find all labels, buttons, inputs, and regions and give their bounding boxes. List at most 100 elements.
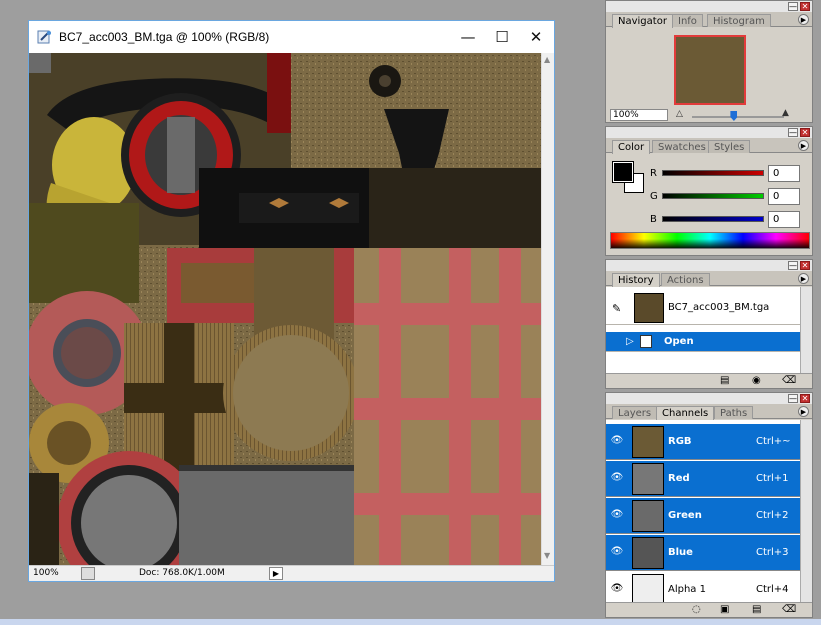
panel-close-icon[interactable]: ✕ — [800, 261, 810, 270]
channel-shortcut: Ctrl+~ — [756, 436, 791, 447]
visibility-eye-icon[interactable]: 👁 — [610, 473, 624, 483]
zoom-out-icon[interactable]: △ — [676, 109, 683, 119]
maximize-button[interactable]: ☐ — [489, 27, 515, 47]
panel-close-icon[interactable]: ✕ — [800, 394, 810, 403]
panel-minimize-icon[interactable]: — — [788, 394, 798, 403]
tab-history[interactable]: History — [612, 273, 660, 287]
panel-menu-icon[interactable]: ▶ — [798, 140, 809, 151]
channel-row[interactable]: 👁 Red Ctrl+1 — [606, 461, 800, 497]
tab-styles[interactable]: Styles — [708, 140, 751, 153]
tab-channels[interactable]: Channels — [656, 406, 715, 420]
panel-menu-icon[interactable]: ▶ — [798, 273, 809, 284]
tab-swatches[interactable]: Swatches — [652, 140, 712, 153]
navigator-tabs: Navigator Info Histogram ▶ — [606, 12, 812, 28]
snapshot-camera-icon[interactable]: ◉ — [752, 376, 761, 386]
minimize-button[interactable]: — — [455, 27, 481, 47]
panel-header: — ✕ — [606, 127, 812, 138]
document-window: BC7_acc003_BM.tga @ 100% (RGB/8) — ☐ ✕ ▲… — [28, 20, 555, 582]
visibility-eye-icon[interactable]: 👁 — [610, 510, 624, 520]
blue-value-field[interactable]: 0 — [768, 211, 800, 228]
new-document-from-state-icon[interactable]: ▤ — [720, 376, 729, 386]
save-selection-channel-icon[interactable]: ▣ — [720, 605, 729, 615]
panel-header: — ✕ — [606, 260, 812, 271]
status-preview-icon[interactable] — [81, 567, 95, 580]
channel-thumbnail — [632, 463, 664, 495]
trash-icon[interactable]: ⌫ — [782, 605, 796, 615]
new-channel-icon[interactable]: ▤ — [752, 605, 761, 615]
tab-histogram[interactable]: Histogram — [707, 14, 771, 27]
history-state-open[interactable]: ▷ Open — [606, 332, 800, 352]
history-snapshot[interactable]: ✎ BC7_acc003_BM.tga — [606, 291, 800, 325]
snapshot-label: BC7_acc003_BM.tga — [668, 302, 770, 313]
history-brush-icon[interactable]: ✎ — [612, 302, 621, 315]
tab-color[interactable]: Color — [612, 140, 651, 154]
channel-shortcut: Ctrl+3 — [756, 547, 789, 558]
navigator-panel: — ✕ Navigator Info Histogram ▶ 100% △ ▲ — [605, 0, 813, 123]
history-tabs: History Actions ▶ — [606, 271, 812, 287]
history-footer: ▤ ◉ ⌫ — [606, 373, 812, 388]
snapshot-thumbnail — [634, 293, 664, 323]
red-label: R — [650, 168, 657, 179]
foreground-color-swatch[interactable] — [612, 161, 634, 183]
green-value-field[interactable]: 0 — [768, 188, 800, 205]
image-canvas[interactable] — [29, 53, 541, 565]
channels-scrollbar[interactable] — [800, 420, 812, 602]
document-title: BC7_acc003_BM.tga @ 100% (RGB/8) — [59, 30, 270, 44]
red-slider[interactable] — [662, 170, 764, 176]
green-label: G — [650, 191, 658, 202]
vertical-scrollbar[interactable]: ▲ ▼ — [541, 53, 554, 565]
close-button[interactable]: ✕ — [523, 27, 549, 47]
navigator-thumbnail[interactable] — [674, 35, 746, 105]
visibility-eye-icon[interactable]: 👁 — [610, 436, 624, 446]
navigator-zoom-slider[interactable] — [692, 116, 784, 118]
red-value-field[interactable]: 0 — [768, 165, 800, 182]
channel-name: Red — [668, 473, 690, 484]
load-channel-selection-icon[interactable]: ◌ — [692, 605, 701, 615]
status-menu-arrow-icon[interactable]: ▶ — [269, 567, 283, 580]
panel-header: — ✕ — [606, 1, 812, 12]
history-state-arrow-icon: ▷ — [626, 336, 634, 347]
panel-minimize-icon[interactable]: — — [788, 2, 798, 11]
photoshop-file-icon — [37, 30, 51, 44]
zoom-in-icon[interactable]: ▲ — [782, 108, 789, 118]
channel-thumbnail — [632, 426, 664, 458]
blue-slider[interactable] — [662, 216, 764, 222]
tab-layers[interactable]: Layers — [612, 406, 658, 419]
panel-close-icon[interactable]: ✕ — [800, 2, 810, 11]
channel-row[interactable]: 👁 RGB Ctrl+~ — [606, 424, 800, 460]
scroll-up-icon[interactable]: ▲ — [544, 55, 550, 64]
visibility-eye-icon[interactable]: 👁 — [610, 584, 624, 594]
scroll-down-icon[interactable]: ▼ — [544, 551, 550, 560]
history-list: ✎ BC7_acc003_BM.tga ▷ Open — [606, 287, 800, 373]
zoom-slider-knob[interactable] — [730, 111, 738, 121]
navigator-zoom-field[interactable]: 100% — [610, 109, 668, 121]
status-doc-size: Doc: 768.0K/1.00M — [139, 568, 225, 578]
channel-name: Green — [668, 510, 702, 521]
visibility-eye-icon[interactable]: 👁 — [610, 547, 624, 557]
taskbar-edge — [0, 619, 821, 625]
tab-info[interactable]: Info — [672, 14, 703, 27]
document-titlebar[interactable]: BC7_acc003_BM.tga @ 100% (RGB/8) — ☐ ✕ — [29, 21, 554, 53]
color-tabs: Color Swatches Styles ▶ — [606, 138, 812, 154]
tab-navigator[interactable]: Navigator — [612, 14, 673, 28]
panel-menu-icon[interactable]: ▶ — [798, 14, 809, 25]
channel-name: Alpha 1 — [668, 584, 706, 595]
blue-label: B — [650, 214, 657, 225]
document-state-icon — [640, 335, 652, 348]
trash-icon[interactable]: ⌫ — [782, 376, 796, 386]
panel-minimize-icon[interactable]: — — [788, 128, 798, 137]
color-spectrum-ramp[interactable] — [610, 232, 810, 249]
status-zoom[interactable]: 100% — [33, 566, 59, 581]
channel-row[interactable]: 👁 Blue Ctrl+3 — [606, 535, 800, 571]
tab-paths[interactable]: Paths — [714, 406, 754, 419]
channels-list: 👁 RGB Ctrl+~ 👁 Red Ctrl+1 👁 Green Ctrl+2… — [606, 420, 812, 608]
channel-name: Blue — [668, 547, 693, 558]
green-slider[interactable] — [662, 193, 764, 199]
panel-menu-icon[interactable]: ▶ — [798, 406, 809, 417]
tab-actions[interactable]: Actions — [661, 273, 710, 286]
panel-minimize-icon[interactable]: — — [788, 261, 798, 270]
panel-close-icon[interactable]: ✕ — [800, 128, 810, 137]
channel-row[interactable]: 👁 Green Ctrl+2 — [606, 498, 800, 534]
history-scrollbar[interactable] — [800, 287, 812, 373]
channels-panel: — ✕ Layers Channels Paths ▶ 👁 RGB Ctrl+~… — [605, 392, 813, 618]
